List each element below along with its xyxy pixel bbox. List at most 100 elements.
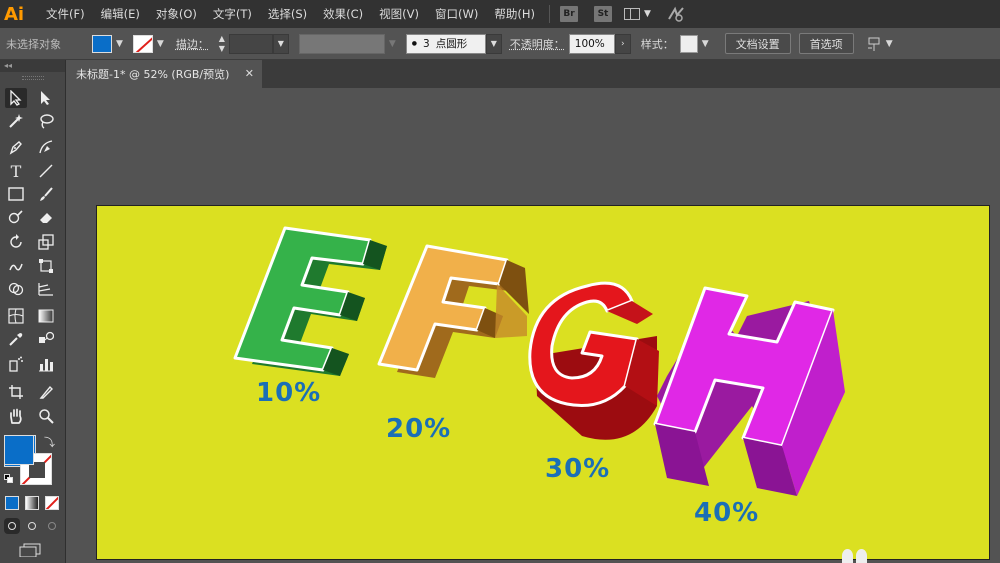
eraser-tool-icon[interactable]: [35, 207, 57, 227]
eyedropper-tool-icon[interactable]: [5, 329, 27, 349]
swap-colors-icon[interactable]: ⤵: [44, 434, 55, 450]
color-mode-button[interactable]: [5, 496, 19, 510]
bridge-button[interactable]: Br: [559, 6, 578, 22]
draw-behind-icon[interactable]: [24, 518, 40, 534]
document-tab[interactable]: 未标题-1* @ 52% (RGB/预览) ✕: [66, 60, 262, 88]
label-30-percent: 30%: [545, 454, 611, 484]
menu-window[interactable]: 窗口(W): [427, 0, 486, 28]
brush-size: 3: [423, 37, 430, 50]
opacity-dropdown[interactable]: ›: [614, 33, 631, 54]
blend-tool-icon[interactable]: [35, 329, 57, 349]
menu-edit[interactable]: 编辑(E): [93, 0, 148, 28]
label-40-percent: 40%: [694, 498, 760, 528]
selection-tool-icon[interactable]: [5, 88, 27, 108]
chevron-down-icon[interactable]: ▼: [644, 9, 651, 19]
preferences-button[interactable]: 首选项: [798, 33, 854, 54]
stroke-weight-dropdown[interactable]: ▼: [272, 33, 289, 54]
menu-object[interactable]: 对象(O): [148, 0, 205, 28]
curvature-tool-icon[interactable]: [35, 137, 57, 157]
hand-tool-icon[interactable]: [5, 406, 27, 426]
symbol-sprayer-tool-icon[interactable]: [5, 354, 27, 374]
fill-color-box-front[interactable]: [4, 435, 34, 465]
mesh-tool-icon[interactable]: [5, 306, 27, 326]
menu-effect[interactable]: 效果(C): [315, 0, 371, 28]
opacity-label[interactable]: 不透明度：: [510, 36, 565, 52]
magic-wand-tool-icon[interactable]: [5, 111, 27, 131]
menu-view[interactable]: 视图(V): [371, 0, 427, 28]
artwork-svg: [233, 226, 845, 496]
perspective-grid-tool-icon[interactable]: [35, 279, 57, 299]
graphic-style-swatch[interactable]: [679, 34, 698, 53]
style-label: 样式：: [640, 37, 674, 51]
paintbrush-tool-icon[interactable]: [35, 184, 57, 204]
stroke-label[interactable]: 描边：: [176, 36, 209, 52]
artboard[interactable]: 10% 20% 30% 40%: [96, 205, 990, 560]
type-tool-icon[interactable]: T: [5, 161, 27, 181]
shape-builder-tool-icon[interactable]: [5, 279, 27, 299]
brush-definition[interactable]: ● 3 点圆形: [405, 33, 486, 54]
slice-tool-icon[interactable]: [35, 382, 57, 402]
panel-collapse-handle[interactable]: ◂◂: [0, 60, 65, 72]
brush-dropdown[interactable]: ▼: [485, 33, 502, 54]
draw-normal-icon[interactable]: [4, 518, 20, 534]
letter-h[interactable]: [653, 286, 845, 496]
warp-tool-icon[interactable]: [5, 256, 27, 276]
shaper-tool-icon[interactable]: [5, 207, 27, 227]
menu-file[interactable]: 文件(F): [38, 0, 93, 28]
artboard-tool-icon[interactable]: [5, 382, 27, 402]
menu-help[interactable]: 帮助(H): [486, 0, 543, 28]
column-graph-tool-icon[interactable]: [35, 354, 57, 374]
line-segment-tool-icon[interactable]: [35, 161, 57, 181]
default-colors-icon[interactable]: [4, 474, 14, 484]
label-20-percent: 20%: [386, 414, 452, 444]
panel-grip[interactable]: [0, 72, 65, 84]
selection-status: 未选择对象: [6, 37, 61, 51]
opacity-input[interactable]: 100%: [568, 33, 615, 54]
gradient-tool-icon[interactable]: [35, 306, 57, 326]
scale-tool-icon[interactable]: [35, 232, 57, 252]
letter-f[interactable]: [377, 244, 529, 378]
rectangle-tool-icon[interactable]: [5, 184, 27, 204]
arrange-dropdown-icon[interactable]: ▼: [886, 39, 893, 49]
stroke-weight-stepper[interactable]: ▲ ▼: [215, 34, 229, 54]
zoom-tool-icon[interactable]: [35, 406, 57, 426]
gpu-performance-icon[interactable]: [667, 5, 685, 23]
document-tab-bar: 未标题-1* @ 52% (RGB/预览) ✕: [66, 60, 1000, 88]
menu-select[interactable]: 选择(S): [260, 0, 315, 28]
close-icon[interactable]: ✕: [245, 67, 254, 80]
pen-tool-icon[interactable]: [5, 137, 27, 157]
profile-dropdown-icon[interactable]: ▼: [389, 39, 396, 49]
stroke-weight-input[interactable]: [228, 33, 273, 54]
menu-bar: Ai 文件(F) 编辑(E) 对象(O) 文字(T) 选择(S) 效果(C) 视…: [0, 0, 1000, 28]
direct-selection-tool-icon[interactable]: [35, 88, 57, 108]
app-logo: Ai: [3, 3, 25, 25]
letter-g[interactable]: [528, 281, 659, 440]
draw-inside-icon[interactable]: [44, 518, 60, 534]
gradient-mode-button[interactable]: [25, 496, 39, 510]
rotate-tool-icon[interactable]: [5, 232, 27, 252]
fill-dropdown-icon[interactable]: ▼: [116, 39, 123, 49]
fill-swatch[interactable]: [92, 34, 112, 53]
screen-mode-icon[interactable]: [18, 542, 42, 558]
menu-type[interactable]: 文字(T): [205, 0, 260, 28]
stroke-swatch[interactable]: [132, 34, 153, 53]
control-bar: 未选择对象 ▼ ▼ 描边： ▲ ▼ ▼ ▼ ● 3 点圆形 ▼ 不透明度： 100…: [0, 28, 1000, 60]
style-dropdown-icon[interactable]: ▼: [702, 39, 709, 49]
workspace-layout-icon[interactable]: [623, 8, 640, 20]
tools-panel: ◂◂ T ⤵: [0, 60, 66, 563]
menu-divider: [548, 5, 550, 23]
watermark-logo: [842, 549, 870, 563]
lasso-tool-icon[interactable]: [35, 111, 57, 131]
letter-e[interactable]: [233, 226, 387, 376]
free-transform-tool-icon[interactable]: [35, 256, 57, 276]
brush-dot-icon: ●: [411, 40, 418, 47]
label-10-percent: 10%: [256, 378, 322, 408]
document-tab-title: 未标题-1* @ 52% (RGB/预览): [76, 68, 230, 81]
stroke-dropdown-icon[interactable]: ▼: [157, 39, 164, 49]
brush-name: 点圆形: [435, 38, 468, 50]
none-mode-button[interactable]: [45, 496, 59, 510]
arrange-documents-icon[interactable]: [866, 36, 882, 52]
variable-width-profile[interactable]: [298, 33, 385, 54]
document-setup-button[interactable]: 文档设置: [724, 33, 791, 54]
stock-button[interactable]: St: [593, 6, 612, 22]
